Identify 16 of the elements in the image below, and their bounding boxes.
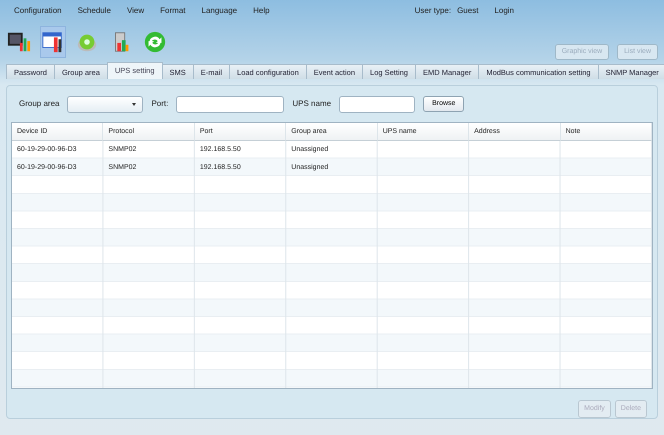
refresh-icon[interactable] <box>143 29 167 55</box>
group-area-label: Group area <box>19 98 60 110</box>
menu-item[interactable]: Format <box>160 5 186 17</box>
menu-item[interactable]: Schedule <box>78 5 111 17</box>
menu-item[interactable]: Language <box>202 5 238 17</box>
ups-name-field[interactable] <box>339 96 416 112</box>
menu-item[interactable]: Help <box>253 5 270 17</box>
login-link[interactable]: Login <box>494 5 514 17</box>
group-area-dropdown[interactable] <box>67 96 144 112</box>
port-label: Port: <box>151 98 168 110</box>
user-type-value: Guest <box>457 5 478 17</box>
port-field[interactable] <box>176 96 284 112</box>
user-type-label: User type: <box>414 5 452 17</box>
menu-item[interactable]: Configuration <box>14 5 62 17</box>
ups-name-label: UPS name <box>292 98 332 110</box>
menu-item[interactable]: View <box>126 5 144 17</box>
